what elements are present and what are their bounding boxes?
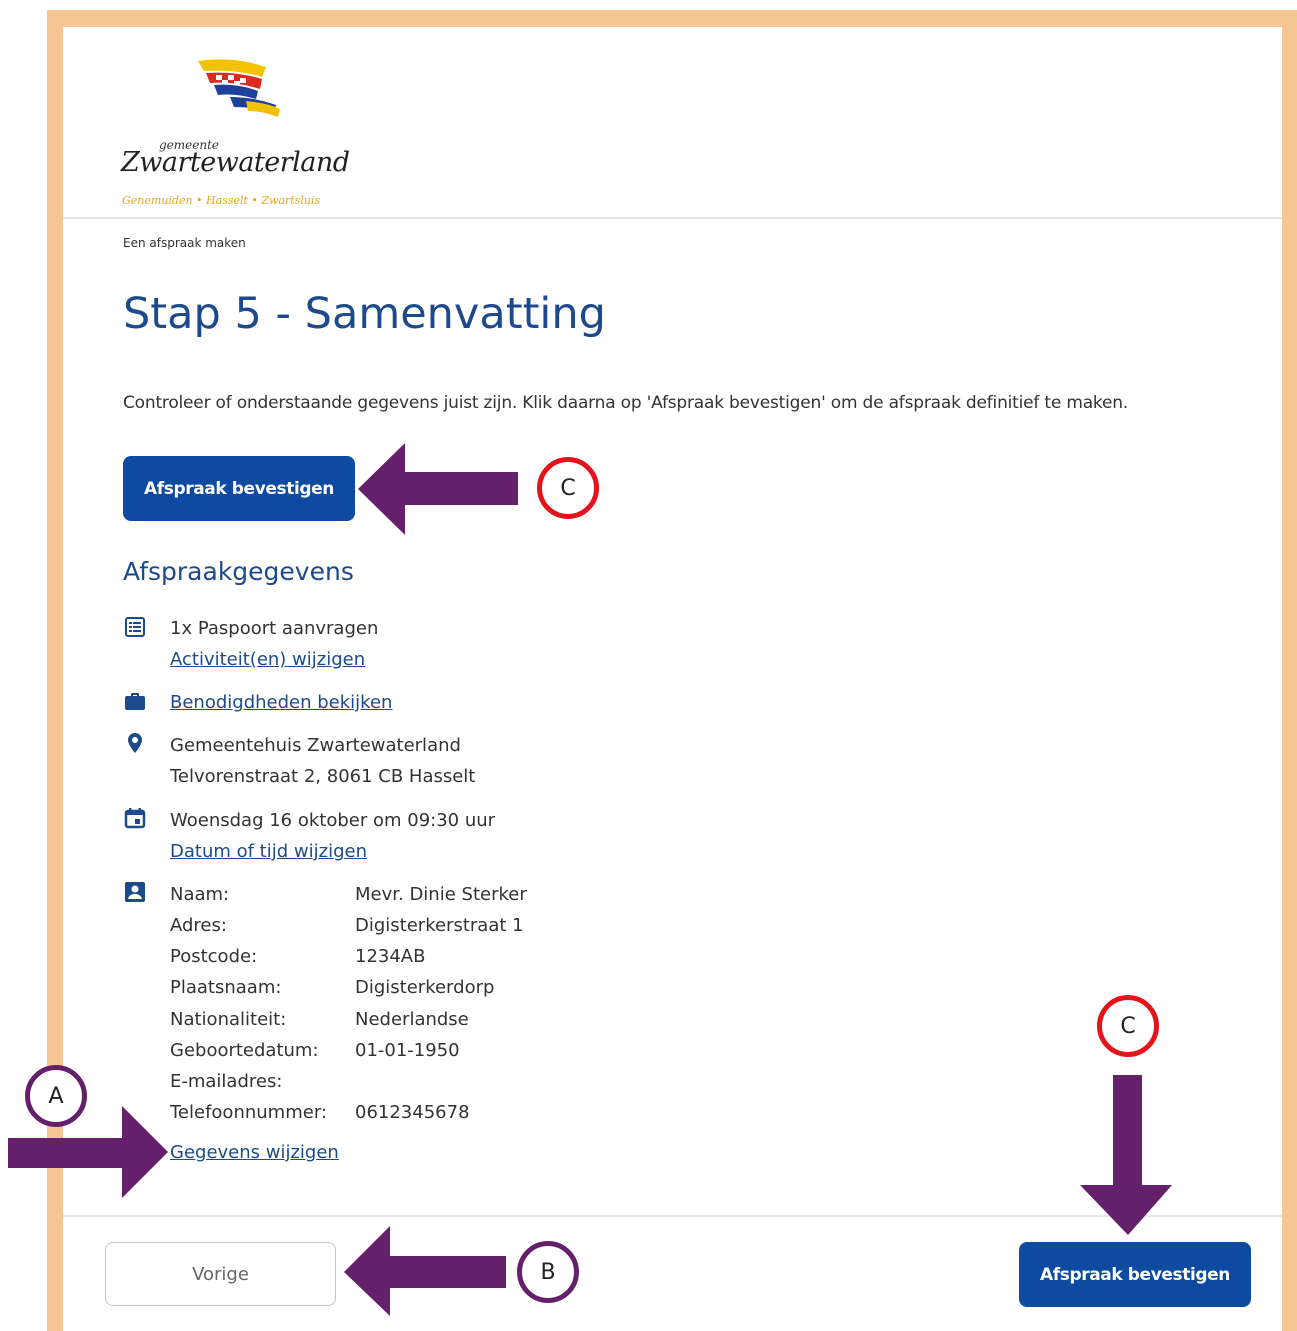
- flag-icon: [198, 59, 280, 117]
- logo-places: Genemuiden • Hasselt • Zwartsluis: [122, 194, 321, 207]
- appointment-datetime: Woensdag 16 oktober om 09:30 uur: [170, 810, 496, 831]
- briefcase-icon: [125, 693, 145, 710]
- contact-card-icon: [125, 882, 145, 902]
- logo-name: Zwartewaterland: [121, 147, 350, 178]
- annotation-badge-a: A: [25, 1065, 87, 1127]
- requirements-link[interactable]: Benodigdheden bekijken: [170, 692, 392, 714]
- annotation-badge-c-bottom: C: [1097, 995, 1159, 1057]
- field-value-address: Digisterkerstraat 1: [355, 915, 524, 936]
- location-name: Gemeentehuis Zwartewaterland: [170, 735, 461, 756]
- municipality-logo[interactable]: gemeente Zwartewaterland Genemuiden • Ha…: [121, 57, 381, 207]
- field-label-postcode: Postcode:: [170, 946, 258, 967]
- field-label-birthdate: Geboortedatum:: [170, 1040, 319, 1061]
- edit-details-link[interactable]: Gegevens wijzigen: [170, 1142, 339, 1164]
- edit-activities-link[interactable]: Activiteit(en) wijzigen: [170, 649, 365, 671]
- confirm-appointment-button-bottom[interactable]: Afspraak bevestigen: [1019, 1242, 1251, 1307]
- field-value-phone: 0612345678: [355, 1102, 470, 1123]
- field-value-city: Digisterkerdorp: [355, 977, 495, 998]
- field-label-address: Adres:: [170, 915, 227, 936]
- field-label-name: Naam:: [170, 884, 230, 905]
- field-label-nationality: Nationaliteit:: [170, 1009, 287, 1030]
- location-address: Telvorenstraat 2, 8061 CB Hasselt: [170, 766, 476, 787]
- annotation-badge-c-top: C: [537, 457, 599, 519]
- intro-text: Controleer of onderstaande gegevens juis…: [123, 393, 1128, 413]
- list-icon: [125, 617, 145, 637]
- confirm-appointment-button-top[interactable]: Afspraak bevestigen: [123, 456, 355, 521]
- field-value-birthdate: 01-01-1950: [355, 1040, 460, 1061]
- section-title: Afspraakgegevens: [123, 557, 354, 586]
- breadcrumb[interactable]: Een afspraak maken: [123, 236, 246, 250]
- annotation-badge-b: B: [517, 1241, 579, 1303]
- previous-button[interactable]: Vorige: [105, 1242, 336, 1306]
- field-label-city: Plaatsnaam:: [170, 977, 282, 998]
- map-pin-icon: [128, 733, 142, 753]
- activity-text: 1x Paspoort aanvragen: [170, 618, 379, 639]
- field-label-email: E-mailadres:: [170, 1071, 283, 1092]
- calendar-icon: [124, 808, 146, 829]
- site-header: gemeente Zwartewaterland Genemuiden • Ha…: [63, 27, 1282, 219]
- field-value-name: Mevr. Dinie Sterker: [355, 884, 527, 905]
- field-value-postcode: 1234AB: [355, 946, 426, 967]
- footer-divider: [63, 1215, 1282, 1217]
- field-value-nationality: Nederlandse: [355, 1009, 469, 1030]
- field-label-phone: Telefoonnummer:: [170, 1102, 327, 1123]
- page-title: Stap 5 - Samenvatting: [123, 289, 606, 339]
- page: gemeente Zwartewaterland Genemuiden • Ha…: [63, 27, 1282, 1331]
- edit-datetime-link[interactable]: Datum of tijd wijzigen: [170, 841, 367, 863]
